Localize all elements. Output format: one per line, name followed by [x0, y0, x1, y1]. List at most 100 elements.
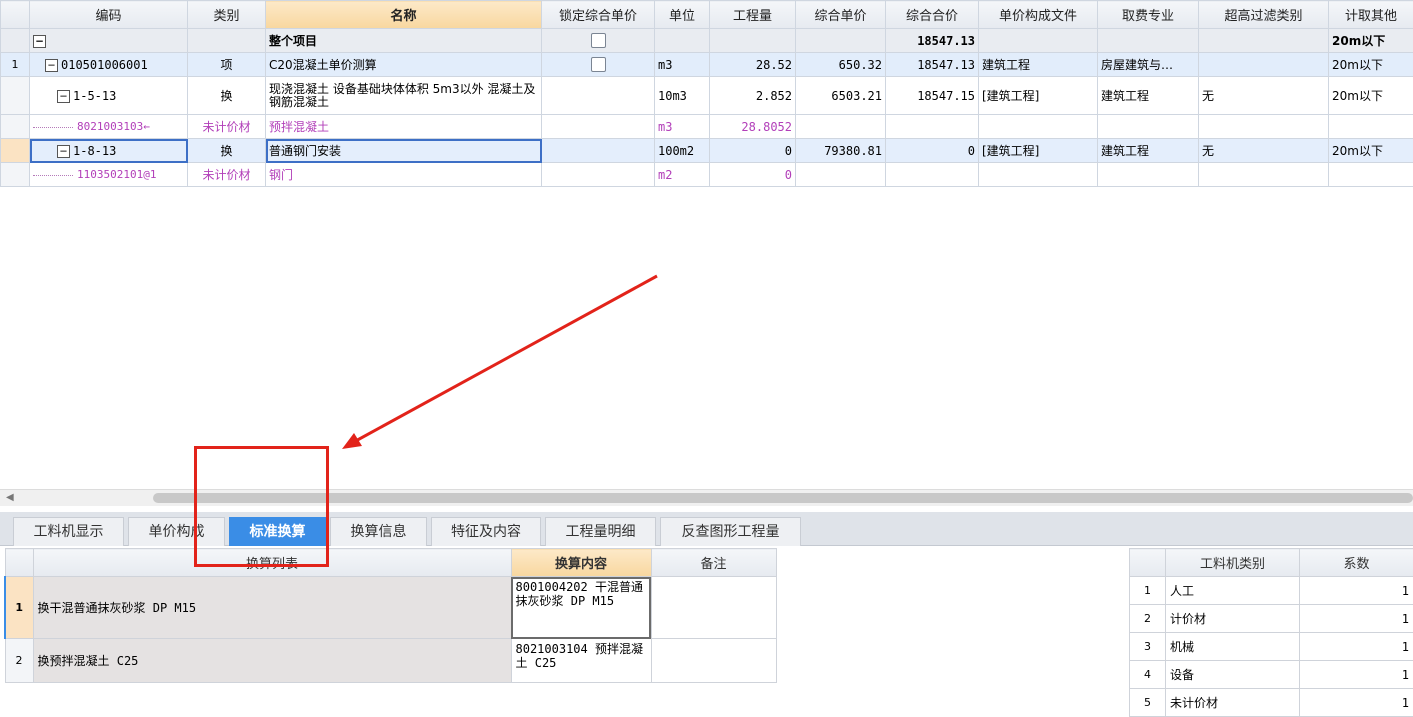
- table-row[interactable]: 1 换干混普通抹灰砂浆 DP M15 8001004202 干混普通抹灰砂浆 D…: [4, 576, 777, 639]
- height-filter-cell[interactable]: [1198, 162, 1329, 187]
- col-header-unit[interactable]: 单位: [654, 0, 710, 29]
- quantity-cell[interactable]: 0: [709, 138, 796, 163]
- fee-major-cell[interactable]: [1097, 114, 1199, 139]
- lock-cell[interactable]: [541, 52, 655, 77]
- category-cell[interactable]: 未计价材: [1165, 688, 1300, 717]
- name-cell[interactable]: 钢门: [265, 162, 542, 187]
- table-row[interactable]: 2 计价材 1: [1129, 604, 1413, 633]
- quantity-cell[interactable]: 0: [709, 162, 796, 187]
- table-row[interactable]: 1103502101@1 未计价材 钢门 m2 0: [0, 162, 1413, 187]
- coefficient-cell[interactable]: 1: [1299, 604, 1413, 633]
- col-header-code[interactable]: 编码: [29, 0, 188, 29]
- scroll-left-icon[interactable]: ◀: [6, 492, 14, 503]
- code-cell[interactable]: 8021003103←: [29, 114, 188, 139]
- unit-cell[interactable]: [654, 28, 710, 53]
- tab-reverse-graphic-quantity[interactable]: 反查图形工程量: [660, 517, 801, 546]
- fee-major-cell[interactable]: [1097, 162, 1199, 187]
- quantity-cell[interactable]: 28.8052: [709, 114, 796, 139]
- height-filter-cell[interactable]: 无: [1198, 76, 1329, 115]
- col-header-name[interactable]: 名称: [265, 0, 542, 29]
- tab-conversion-info[interactable]: 换算信息: [330, 517, 427, 546]
- col-header-lock-price[interactable]: 锁定综合单价: [541, 0, 655, 29]
- unit-price-cell[interactable]: [795, 162, 886, 187]
- conversion-content-cell[interactable]: 8001004202 干混普通抹灰砂浆 DP M15: [510, 576, 652, 639]
- height-filter-cell[interactable]: [1198, 52, 1329, 77]
- unit-price-cell[interactable]: 6503.21: [795, 76, 886, 115]
- height-filter-cell[interactable]: [1198, 28, 1329, 53]
- name-cell[interactable]: 整个项目: [265, 28, 542, 53]
- collapse-icon[interactable]: −: [57, 144, 70, 158]
- code-cell[interactable]: −1-8-13: [29, 138, 188, 163]
- type-cell[interactable]: [187, 28, 266, 53]
- coefficient-cell[interactable]: 1: [1299, 660, 1413, 689]
- table-row[interactable]: 3 机械 1: [1129, 632, 1413, 661]
- coefficient-cell[interactable]: 1: [1299, 632, 1413, 661]
- table-row[interactable]: −1-8-13 换 普通钢门安装 100m2 0 79380.81 0 [建筑工…: [0, 138, 1413, 163]
- table-row[interactable]: − 整个项目 18547.13 20m以下: [0, 28, 1413, 53]
- col-header-conversion-content[interactable]: 换算内容: [510, 548, 652, 577]
- collapse-icon[interactable]: −: [57, 89, 70, 103]
- table-row[interactable]: 8021003103← 未计价材 预拌混凝土 m3 28.8052: [0, 114, 1413, 139]
- name-cell[interactable]: C20混凝土单价测算: [265, 52, 542, 77]
- lock-cell[interactable]: [541, 28, 655, 53]
- table-row[interactable]: 1 −010501006001 项 C20混凝土单价测算 m3 28.52 65…: [0, 52, 1413, 77]
- col-header-other[interactable]: 计取其他: [1328, 0, 1413, 29]
- height-filter-cell[interactable]: 无: [1198, 138, 1329, 163]
- other-cell[interactable]: 20m以下: [1328, 28, 1413, 53]
- table-row[interactable]: 4 设备 1: [1129, 660, 1413, 689]
- type-cell[interactable]: 未计价材: [187, 162, 266, 187]
- table-row[interactable]: −1-5-13 换 现浇混凝土 设备基础块体体积 5m3以外 混凝土及钢筋混凝土…: [0, 76, 1413, 115]
- lock-price-checkbox[interactable]: [590, 33, 606, 48]
- price-file-cell[interactable]: [978, 114, 1098, 139]
- price-file-cell[interactable]: [建筑工程]: [978, 138, 1098, 163]
- unit-price-cell[interactable]: 79380.81: [795, 138, 886, 163]
- tab-quantity-detail[interactable]: 工程量明细: [545, 517, 656, 546]
- code-cell[interactable]: −1-5-13: [29, 76, 188, 115]
- category-cell[interactable]: 设备: [1165, 660, 1300, 689]
- coefficient-cell[interactable]: 1: [1299, 688, 1413, 717]
- col-header-category[interactable]: 工料机类别: [1165, 548, 1300, 577]
- table-row[interactable]: 1 人工 1: [1129, 576, 1413, 605]
- note-cell[interactable]: [650, 576, 777, 639]
- scrollbar-thumb[interactable]: [153, 493, 1413, 503]
- code-cell[interactable]: 1103502101@1: [29, 162, 188, 187]
- unit-cell[interactable]: 10m3: [654, 76, 710, 115]
- col-header-quantity[interactable]: 工程量: [709, 0, 796, 29]
- fee-major-cell[interactable]: 建筑工程: [1097, 76, 1199, 115]
- other-cell[interactable]: 20m以下: [1328, 76, 1413, 115]
- code-cell[interactable]: −010501006001: [29, 52, 188, 77]
- fee-major-cell[interactable]: 房屋建筑与…: [1097, 52, 1199, 77]
- fee-major-cell[interactable]: [1097, 28, 1199, 53]
- quantity-cell[interactable]: [709, 28, 796, 53]
- col-header-coefficient[interactable]: 系数: [1299, 548, 1413, 577]
- name-cell[interactable]: 普通钢门安装: [265, 138, 542, 163]
- total-price-cell[interactable]: [885, 114, 979, 139]
- quantity-cell[interactable]: 28.52: [709, 52, 796, 77]
- col-header-height-filter[interactable]: 超高过滤类别: [1198, 0, 1329, 29]
- tab-features-content[interactable]: 特征及内容: [431, 517, 541, 546]
- unit-price-cell[interactable]: 650.32: [795, 52, 886, 77]
- lock-cell[interactable]: [541, 76, 655, 115]
- collapse-icon[interactable]: −: [33, 34, 46, 48]
- other-cell[interactable]: 20m以下: [1328, 138, 1413, 163]
- lock-cell[interactable]: [541, 114, 655, 139]
- unit-cell[interactable]: 100m2: [654, 138, 710, 163]
- price-file-cell[interactable]: [978, 28, 1098, 53]
- tab-labor-material-machine[interactable]: 工料机显示: [13, 517, 124, 546]
- lock-cell[interactable]: [541, 162, 655, 187]
- total-price-cell[interactable]: 18547.15: [885, 76, 979, 115]
- type-cell[interactable]: 换: [187, 138, 266, 163]
- unit-cell[interactable]: m3: [654, 52, 710, 77]
- collapse-icon[interactable]: −: [45, 58, 58, 72]
- col-header-fee-major[interactable]: 取费专业: [1097, 0, 1199, 29]
- height-filter-cell[interactable]: [1198, 114, 1329, 139]
- quantity-cell[interactable]: 2.852: [709, 76, 796, 115]
- col-header-total-price[interactable]: 综合合价: [885, 0, 979, 29]
- total-price-cell[interactable]: [885, 162, 979, 187]
- lock-cell[interactable]: [541, 138, 655, 163]
- name-cell[interactable]: 现浇混凝土 设备基础块体体积 5m3以外 混凝土及钢筋混凝土: [265, 76, 542, 115]
- type-cell[interactable]: 未计价材: [187, 114, 266, 139]
- total-price-cell[interactable]: 0: [885, 138, 979, 163]
- col-header-note[interactable]: 备注: [650, 548, 777, 577]
- type-cell[interactable]: 换: [187, 76, 266, 115]
